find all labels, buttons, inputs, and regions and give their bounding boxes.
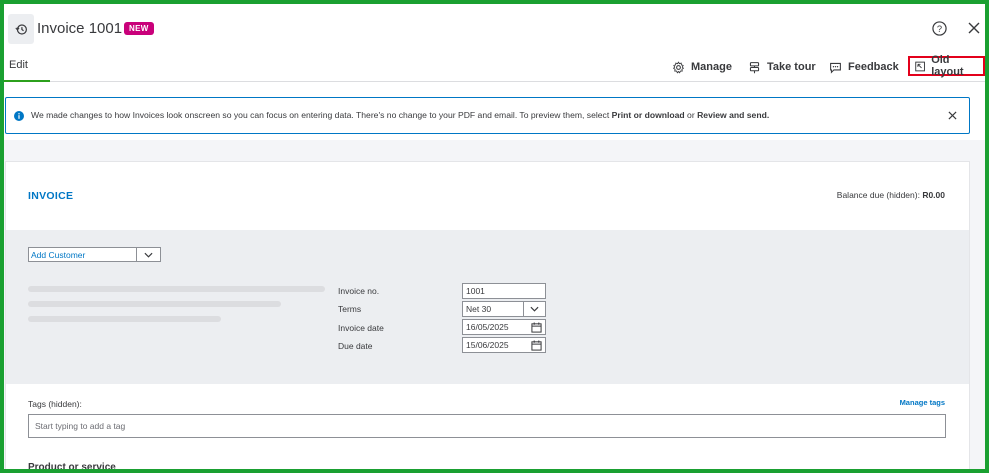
terms-label: Terms (338, 304, 362, 314)
invoice-no-label: Invoice no. (338, 286, 380, 296)
chevron-down-icon (530, 306, 539, 312)
help-icon[interactable]: ? (932, 21, 947, 36)
old-layout-label: Old layout (931, 54, 964, 78)
take-tour-label: Take tour (767, 61, 816, 73)
notice-print-download: Print or download (611, 110, 685, 120)
notice-review-send: Review and send. (697, 110, 770, 120)
calendar-icon[interactable] (531, 322, 542, 333)
tab-bar: Edit Manage Take tour Feedback Old layou… (4, 52, 985, 82)
terms-select[interactable]: Net 30 (462, 301, 546, 317)
loading-placeholder (28, 301, 281, 307)
manage-tags-link[interactable]: Manage tags (900, 398, 945, 407)
customer-placeholder: Add Customer (31, 250, 86, 260)
balance-label: Balance due (hidden): (836, 190, 923, 200)
close-icon[interactable] (967, 21, 981, 35)
chat-bubble-icon (830, 62, 841, 74)
invoice-date-input[interactable]: 16/05/2025 (462, 319, 546, 335)
terms-dropdown-toggle[interactable] (523, 301, 545, 317)
invoice-heading: INVOICE (28, 190, 74, 202)
manage-button[interactable]: Manage (672, 59, 732, 75)
due-date-label: Due date (338, 341, 373, 351)
invoice-card: INVOICE Balance due (hidden): R0.00 Add … (5, 161, 970, 473)
loading-placeholder (28, 316, 221, 322)
loading-placeholder (28, 286, 325, 292)
invoice-date-label: Invoice date (338, 323, 384, 333)
invoice-details-section: Add Customer Invoice no. 1001 Terms Net … (6, 230, 969, 384)
terms-value: Net 30 (466, 304, 492, 314)
customer-dropdown-toggle[interactable] (136, 247, 160, 262)
new-badge: NEW (124, 22, 154, 35)
history-button[interactable] (8, 14, 34, 44)
invoice-header: Invoice 1001 NEW ? (4, 4, 985, 52)
due-date-input[interactable]: 15/06/2025 (462, 337, 546, 353)
balance-value: R0.00 (922, 190, 945, 200)
feedback-label: Feedback (848, 61, 899, 73)
calendar-icon[interactable] (531, 340, 542, 351)
history-icon (14, 23, 27, 35)
customer-select[interactable]: Add Customer (28, 247, 161, 262)
tab-edit[interactable]: Edit (4, 52, 50, 82)
info-banner-text: We made changes to how Invoices look ons… (31, 110, 769, 120)
tags-label: Tags (hidden): (28, 399, 82, 409)
page-title: Invoice 1001 (37, 20, 123, 37)
gear-icon (672, 60, 685, 73)
expand-arrow-icon (915, 61, 925, 71)
tags-input[interactable]: Start typing to add a tag (28, 414, 946, 438)
svg-text:?: ? (937, 24, 942, 34)
signpost-icon (749, 61, 760, 73)
due-date-value: 15/06/2025 (466, 340, 509, 350)
old-layout-button[interactable]: Old layout (908, 54, 985, 78)
balance-due: Balance due (hidden): R0.00 (837, 190, 945, 200)
notice-prefix: We made changes to how Invoices look ons… (31, 110, 612, 120)
notice-or: or (684, 110, 698, 120)
info-banner: We made changes to how Invoices look ons… (5, 97, 970, 134)
invoice-no-input[interactable]: 1001 (462, 283, 546, 299)
product-service-heading: Product or service (28, 462, 116, 473)
invoice-date-value: 16/05/2025 (466, 322, 509, 332)
chevron-down-icon (144, 252, 153, 258)
manage-label: Manage (691, 61, 732, 73)
feedback-button[interactable]: Feedback (829, 59, 899, 75)
info-icon (14, 111, 24, 121)
close-banner-icon[interactable] (948, 111, 957, 120)
take-tour-button[interactable]: Take tour (748, 59, 816, 75)
